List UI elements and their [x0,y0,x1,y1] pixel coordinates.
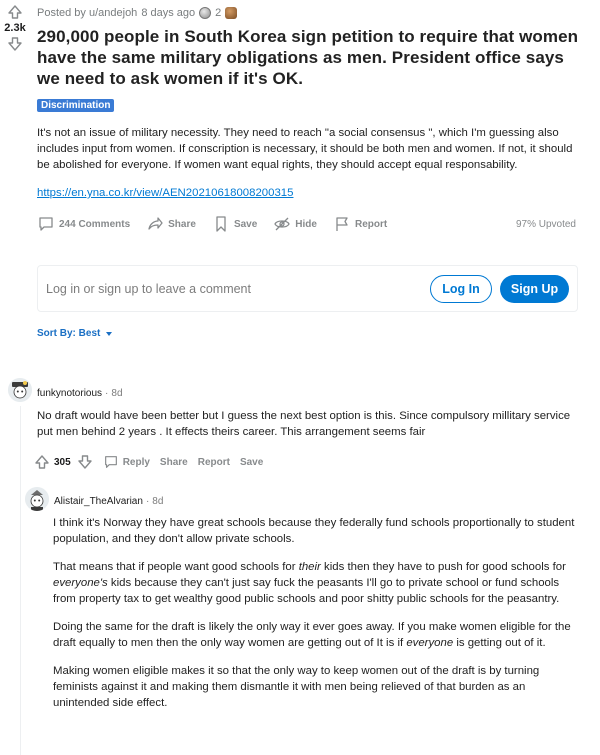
flag-icon [336,217,348,231]
comment-report-button[interactable]: Report [198,457,230,468]
downvote-icon[interactable] [7,36,23,52]
post: Posted by u/andejoh 8 days ago 2 290,000… [37,6,588,233]
silver-award-icon [199,7,212,19]
share-icon [148,217,163,230]
comment-text: No draft would have been better but I gu… [37,410,571,438]
sign-up-button[interactable]: Sign Up [500,274,569,303]
comment-age: 8d [152,496,164,507]
post-age: 8 days ago [141,7,196,19]
comment-text-segment: is getting out of it. [453,637,546,649]
hide-label: Hide [295,218,317,230]
hide-button[interactable]: Hide [273,215,317,233]
post-link[interactable]: https://en.yna.co.kr/view/AEN20210618008… [37,187,293,199]
avatar[interactable] [25,487,49,511]
comment-header: Alistair_TheAlvarian · 8d [54,496,163,507]
post-flair[interactable]: Discrimination [37,99,115,112]
comment-paragraph: Making women eligible makes it so that t… [53,665,540,709]
comment-icon [39,217,53,231]
comment-text-segment: That means that if people want good scho… [53,561,299,573]
reply-button[interactable]: Reply [103,454,150,470]
post-body-text: It's not an issue of military necessity.… [37,127,573,171]
comment-author[interactable]: funkynotorious [37,388,102,399]
comment-score: 305 [54,456,71,468]
posted-by[interactable]: Posted by u/andejoh [37,7,137,19]
comment-emphasis: everyone's [53,577,108,589]
thread-line[interactable] [20,406,21,755]
comment-header: funkynotorious · 8d [37,388,123,399]
comment-paragraph: Doing the same for the draft is likely t… [53,619,583,651]
avatar[interactable] [8,378,32,402]
snoo-avatar-icon [8,378,32,402]
comment-emphasis: everyone [406,637,454,649]
award-count: 2 [215,7,222,19]
downvote-icon[interactable] [77,454,93,470]
report-button[interactable]: Report [333,215,387,233]
comment-login-prompt: Log in or sign up to leave a comment [46,281,251,296]
save-label: Save [233,218,258,230]
comment-paragraph: I think it's Norway they have great scho… [53,517,575,545]
comments-label: 244 Comments [59,218,131,230]
report-label: Report [354,218,388,230]
comment-share-button[interactable]: Share [160,457,188,468]
post-score: 2.3k [4,22,26,34]
comment-text-segment: kids then they have to push for good sch… [320,561,566,573]
sort-label: Sort By: Best [37,328,101,339]
snoo-avatar-icon [25,487,49,511]
sort-dropdown[interactable]: Sort By: Best [37,328,113,339]
comment-emphasis: their [298,561,321,573]
share-button[interactable]: Share [146,215,196,233]
comment-age: 8d [111,388,123,399]
comment-body: No draft would have been better but I gu… [37,408,577,452]
post-actions: 244 Comments Share Save Hide Report 97% … [37,215,588,233]
comments-button[interactable]: 244 Comments [37,215,130,233]
comment-author[interactable]: Alistair_TheAlvarian [54,496,143,507]
post-meta: Posted by u/andejoh 8 days ago 2 [37,6,588,20]
post-body: It's not an issue of military necessity.… [37,125,588,201]
eye-slash-icon [274,217,291,231]
upvote-ratio: 97% Upvoted [515,218,576,230]
upvote-icon[interactable] [7,4,23,20]
caret-down-icon [106,331,113,336]
post-vote-column: 2.3k [0,4,30,52]
log-in-button[interactable]: Log In [430,274,492,303]
share-label: Share [168,218,196,230]
bookmark-icon [216,216,226,232]
reply-label: Reply [122,456,150,468]
upvote-icon[interactable] [34,454,50,470]
bear-award-icon [225,7,238,19]
save-button[interactable]: Save [212,215,257,233]
comment-actions: 305 Reply Share Report Save [34,454,263,470]
comment-save-button[interactable]: Save [240,457,263,468]
comment-text-segment: kids because they can't just say fuck th… [53,577,560,605]
comment-dot: · [145,496,150,507]
comment-paragraph: That means that if people want good scho… [53,559,583,607]
comment-dot: · [105,388,109,399]
comment-body: I think it's Norway they have great scho… [53,515,583,723]
comment-login-box: Log in or sign up to leave a comment Log… [37,265,578,312]
comment-icon [104,456,117,468]
post-title[interactable]: 290,000 people in South Korea sign petit… [37,26,588,89]
